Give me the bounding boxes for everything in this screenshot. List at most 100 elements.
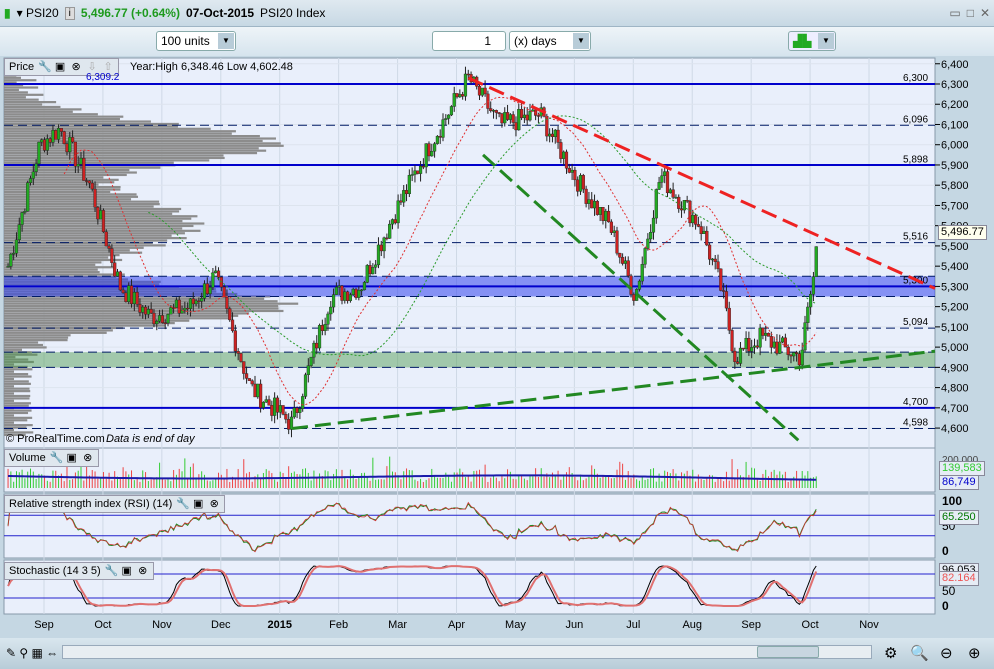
auto-zoom-icon[interactable]: 🔍 — [910, 644, 929, 662]
wrench-icon[interactable]: 🔧 — [50, 452, 64, 464]
candle — [668, 189, 672, 194]
volume-profile-bar — [4, 154, 224, 157]
chevron-down-icon[interactable]: ▼ — [818, 33, 834, 49]
zoom-out-icon[interactable]: ⊖ — [940, 644, 953, 662]
volume-profile-bar — [4, 198, 132, 201]
stochastic-legend: Stochastic (14 3 5) 🔧 ▣ ⊗ — [4, 562, 154, 580]
volume-profile-bar — [4, 336, 69, 339]
x-tick-label: Sep — [741, 619, 761, 631]
minimize-icon[interactable]: ▭ — [949, 6, 960, 20]
period-unit-select[interactable]: (x) days ▼ — [509, 31, 591, 51]
candle — [230, 319, 235, 331]
candle — [244, 373, 249, 379]
volume-profile-bar — [4, 404, 29, 407]
candle — [601, 206, 605, 221]
candle — [104, 231, 108, 247]
candle — [786, 346, 790, 355]
volume-profile-bar — [4, 207, 182, 211]
candle — [56, 128, 61, 140]
period-value: 1 — [484, 34, 491, 48]
volume-profile-bar — [4, 317, 232, 320]
candle — [208, 287, 212, 295]
volume-panel — [3, 447, 936, 493]
candle — [402, 190, 406, 203]
volume-profile-bar — [4, 312, 250, 315]
candle — [197, 300, 201, 302]
maximize-icon[interactable]: □ — [967, 6, 974, 20]
volume-profile-bar — [4, 195, 139, 198]
profile-top-level: 6,309.2 — [86, 72, 120, 83]
scrollbar-thumb[interactable] — [757, 646, 819, 658]
candle — [236, 351, 240, 354]
candle — [592, 201, 597, 209]
volume-profile-bar — [4, 103, 43, 106]
info-icon[interactable]: i — [64, 6, 75, 20]
candle — [463, 73, 468, 97]
candle — [480, 87, 484, 96]
candle — [331, 294, 336, 308]
y-tick-label: 5,400 — [941, 261, 969, 273]
candle — [685, 200, 689, 202]
price-label: Price — [9, 61, 35, 73]
wrench-icon[interactable]: 🔧 — [105, 565, 119, 577]
wrench-icon[interactable]: 🔧 — [38, 61, 52, 73]
candle — [85, 180, 89, 182]
window-icon[interactable]: ▣ — [192, 498, 204, 510]
candle — [407, 174, 411, 195]
candle — [404, 190, 409, 195]
settings-icon[interactable]: ⚙ — [884, 644, 897, 662]
zoom-in-icon[interactable]: ⊕ — [968, 644, 981, 662]
window-icon[interactable]: ▣ — [121, 565, 133, 577]
candle — [525, 114, 529, 121]
candle — [576, 179, 580, 192]
candle — [99, 210, 103, 220]
candle — [312, 342, 316, 358]
units-select[interactable]: 100 units ▼ — [156, 31, 236, 51]
chevron-down-icon[interactable]: ▼ — [218, 33, 234, 49]
volume-profile-bar — [4, 380, 29, 383]
candle — [609, 221, 613, 233]
candle — [421, 165, 425, 168]
candle — [166, 313, 170, 324]
candle — [573, 169, 577, 181]
period-input[interactable]: 1 — [432, 31, 506, 51]
draw-tools-icon[interactable]: ✎ ⚲ ▦ ⇔ — [6, 646, 58, 660]
chart-canvas[interactable]: Sep Oct Nov Dec 2015 Feb Mar Apr May Jun Jul Aug Sep… — [0, 56, 994, 638]
candle — [441, 119, 445, 138]
horizontal-scrollbar[interactable] — [62, 645, 872, 659]
volume-profile-bar — [4, 113, 98, 116]
level-label: 4,700 — [903, 397, 928, 408]
volume-profile-bar — [4, 348, 22, 351]
rsi-label: Relative strength index (RSI) (14) — [9, 498, 173, 510]
wrench-icon[interactable]: 🔧 — [176, 498, 190, 510]
close-circle-icon[interactable]: ⊗ — [137, 565, 149, 577]
close-circle-icon[interactable]: ⊗ — [70, 61, 82, 73]
close-circle-icon[interactable]: ⊗ — [82, 452, 94, 464]
candle — [124, 292, 128, 302]
candle — [581, 175, 585, 190]
candle — [517, 109, 521, 131]
x-tick-label: Oct — [802, 619, 819, 631]
candle — [174, 299, 179, 308]
rsi-legend: Relative strength index (RSI) (14) 🔧 ▣ ⊗ — [4, 495, 226, 513]
chart-style-button[interactable]: ▟▙ ▼ — [788, 31, 836, 51]
candle — [101, 210, 106, 233]
candle — [416, 170, 420, 174]
volume-profile-bar — [4, 334, 71, 337]
window-icon[interactable]: ▣ — [66, 452, 78, 464]
candle — [556, 129, 560, 143]
symbol-dropdown[interactable]: ▾ PSI20 — [17, 6, 59, 20]
chevron-down-icon[interactable]: ▼ — [573, 33, 589, 49]
window-icon[interactable]: ▣ — [54, 61, 66, 73]
candle — [267, 399, 271, 406]
candle — [214, 270, 218, 273]
candle — [295, 407, 299, 413]
close-circle-icon[interactable]: ⊗ — [208, 498, 220, 510]
candle — [23, 211, 27, 213]
candle — [640, 264, 644, 282]
candle — [51, 130, 55, 143]
candle — [132, 292, 136, 305]
candlestick-icon[interactable]: ▮ — [4, 6, 11, 20]
close-icon[interactable]: ✕ — [980, 6, 990, 20]
candle — [396, 200, 400, 224]
